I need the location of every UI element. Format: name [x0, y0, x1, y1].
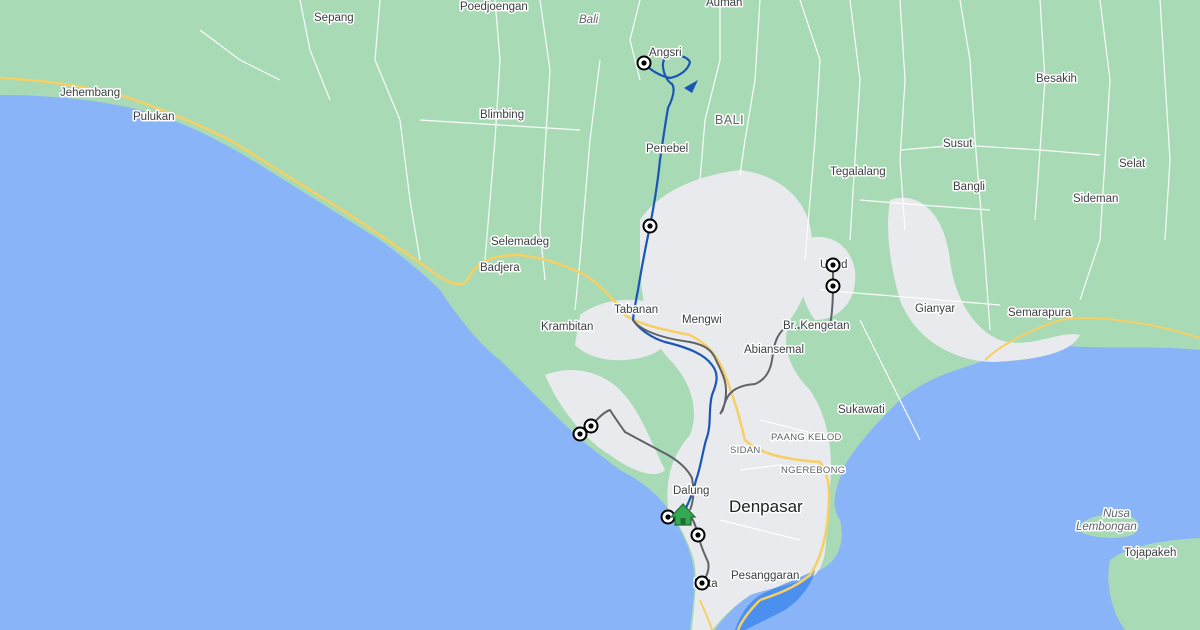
marker-penebel-south[interactable]	[642, 218, 658, 234]
label-krambitan: Krambitan	[541, 321, 593, 333]
label-lembongan: Lembongan	[1076, 521, 1137, 533]
marker-angsri[interactable]	[636, 55, 652, 71]
label-besakih: Besakih	[1036, 73, 1077, 85]
label-penebel: Penebel	[646, 143, 688, 155]
label-tojapakeh: Tojapakeh	[1124, 547, 1176, 559]
map-canvas[interactable]: Sepang Poedjoengan Bali Aumah Angsri Jeh…	[0, 0, 1200, 630]
label-dalung: Dalung	[673, 485, 709, 497]
label-nusa: Nusa	[1103, 508, 1130, 520]
label-angsri: Angsri	[649, 47, 682, 59]
label-bali-italic: Bali	[579, 14, 599, 26]
label-ngerebong: NGEREBONG	[781, 465, 845, 476]
label-blimbing: Blimbing	[480, 109, 524, 121]
label-badjera: Badjera	[480, 262, 520, 274]
label-mengwi: Mengwi	[682, 314, 722, 326]
marker-ubud-north[interactable]	[825, 257, 841, 273]
label-sepang: Sepang	[314, 12, 354, 24]
label-bangli: Bangli	[953, 181, 985, 193]
label-semarapura: Semarapura	[1008, 307, 1072, 319]
map-svg[interactable]: Sepang Poedjoengan Bali Aumah Angsri Jeh…	[0, 0, 1200, 630]
label-selemadeg: Selemadeg	[491, 236, 549, 248]
label-gianyar: Gianyar	[915, 303, 955, 315]
label-denpasar: Denpasar	[729, 497, 803, 516]
label-aumah: Aumah	[706, 0, 742, 9]
label-tegalalang: Tegalalang	[830, 166, 886, 178]
marker-kuta[interactable]	[694, 575, 710, 591]
marker-coast-west-2[interactable]	[572, 426, 588, 442]
label-sidan: SIDAN	[730, 445, 761, 456]
label-poedjoengan: Poedjoengan	[460, 1, 528, 13]
marker-dalung-south[interactable]	[690, 527, 706, 543]
label-susut: Susut	[943, 138, 973, 150]
label-bali-region: BALI	[715, 113, 744, 127]
label-tabanan: Tabanan	[614, 304, 658, 316]
label-br-kengetan: Br. Kengetan	[783, 320, 850, 332]
label-sukawati: Sukawati	[838, 404, 885, 416]
label-selat: Selat	[1119, 158, 1146, 170]
label-abiansemal: Abiansemal	[744, 344, 804, 356]
label-pulukan: Pulukan	[133, 111, 175, 123]
label-sideman: Sideman	[1073, 193, 1118, 205]
label-pesanggaran: Pesanggaran	[731, 570, 799, 582]
marker-ubud[interactable]	[825, 278, 841, 294]
label-jehembang: Jehembang	[60, 87, 120, 99]
label-paang-kelod: PAANG KELOD	[771, 432, 842, 443]
